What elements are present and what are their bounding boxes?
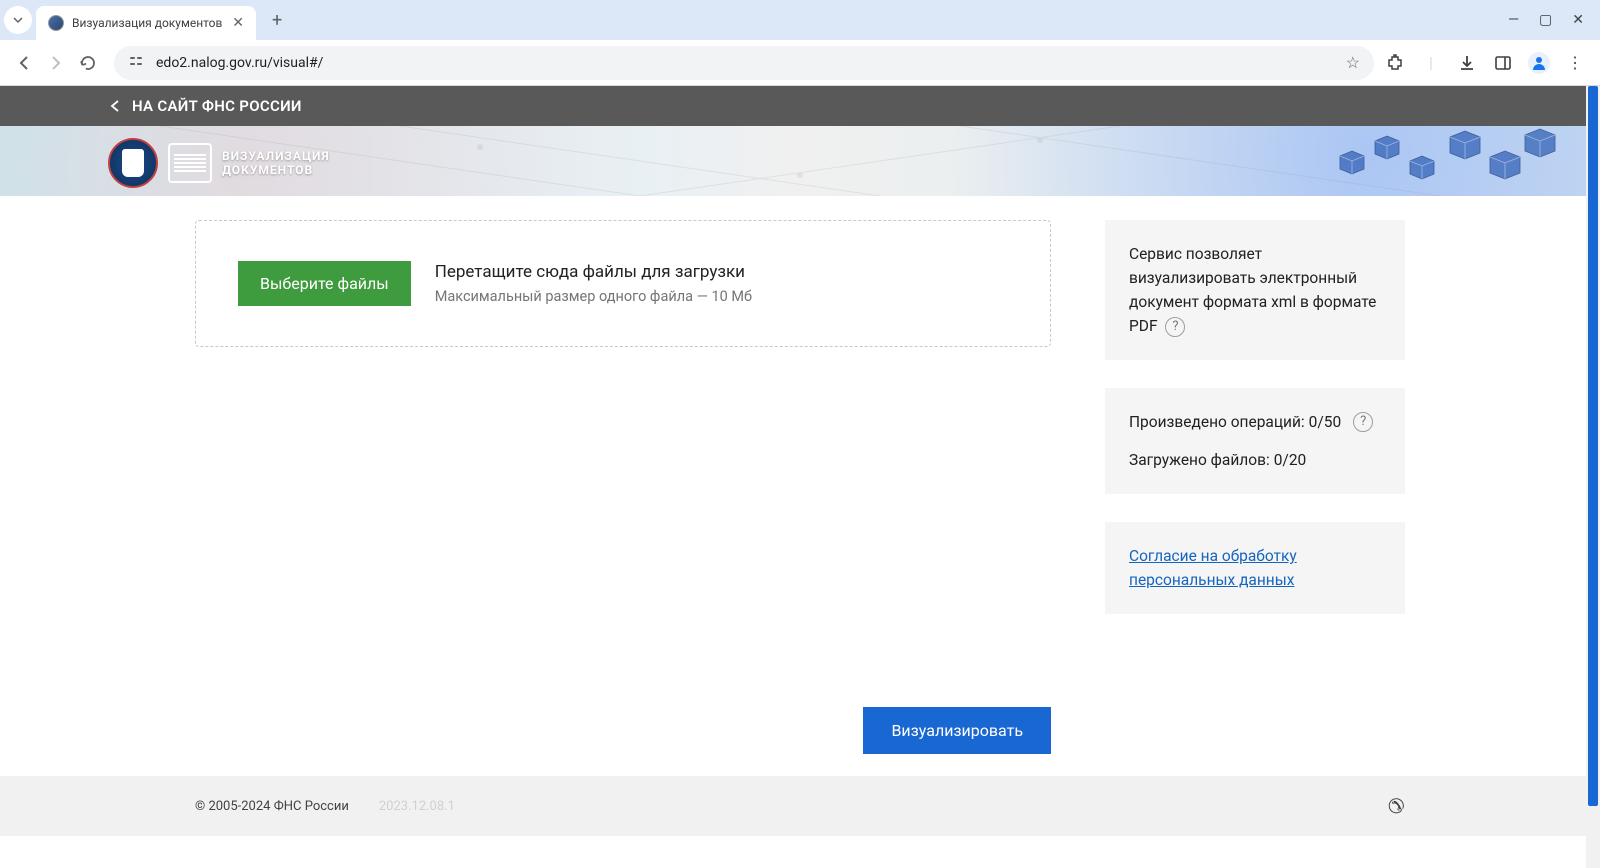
- action-row: Визуализировать: [195, 707, 1051, 754]
- separator: |: [1420, 52, 1442, 74]
- help-icon[interactable]: ?: [1165, 317, 1185, 337]
- footer: © 2005-2024 ФНС России 2023.12.08.1 ✆: [0, 776, 1600, 836]
- extensions-icon[interactable]: [1384, 52, 1406, 74]
- bookmark-icon[interactable]: ☆: [1346, 53, 1360, 72]
- arrow-right-icon: [47, 54, 65, 72]
- browser-tab[interactable]: Визуализация документов ✕: [36, 6, 256, 40]
- back-button[interactable]: [8, 47, 40, 79]
- logo-area: ВИЗУАЛИЗАЦИЯ ДОКУМЕНТОВ: [108, 138, 330, 188]
- url-text: edo2.nalog.gov.ru/visual#/: [156, 55, 1346, 71]
- maximize-icon[interactable]: ▢: [1539, 12, 1552, 28]
- phone-icon[interactable]: ✆: [1385, 792, 1407, 820]
- new-tab-button[interactable]: +: [272, 10, 282, 31]
- footer-version: 2023.12.08.1: [379, 799, 455, 814]
- arrow-left-icon: [108, 99, 122, 113]
- barcode-icon: [168, 143, 212, 183]
- upload-text: Перетащите сюда файлы для загрузки Макси…: [435, 262, 752, 305]
- browser-chrome: Визуализация документов ✕ + ― ▢ ✕ edo2.n…: [0, 0, 1600, 86]
- reload-icon: [79, 54, 97, 72]
- close-icon[interactable]: ✕: [1572, 12, 1584, 28]
- url-input[interactable]: edo2.nalog.gov.ru/visual#/ ☆: [114, 46, 1374, 80]
- profile-icon[interactable]: [1528, 52, 1550, 74]
- logo-text: ВИЗУАЛИЗАЦИЯ ДОКУМЕНТОВ: [222, 149, 330, 178]
- close-tab-icon[interactable]: ✕: [232, 15, 244, 31]
- window-controls: ― ▢ ✕: [1508, 12, 1596, 28]
- ops-label: Произведено операций:: [1129, 410, 1305, 434]
- consent-card: Согласие на обработку персональных данны…: [1105, 522, 1405, 614]
- back-to-site-link[interactable]: НА САЙТ ФНС РОССИИ: [108, 97, 302, 115]
- tab-bar: Визуализация документов ✕ + ― ▢ ✕: [0, 0, 1600, 40]
- tab-favicon: [48, 15, 64, 31]
- upload-dropzone[interactable]: Выберите файлы Перетащите сюда файлы для…: [195, 220, 1051, 347]
- content-wrap: Выберите файлы Перетащите сюда файлы для…: [175, 196, 1425, 754]
- files-label: Загружено файлов:: [1129, 448, 1270, 472]
- select-files-button[interactable]: Выберите файлы: [238, 261, 411, 306]
- toolbar-icons: | ⋮: [1384, 52, 1592, 74]
- tab-search-button[interactable]: [4, 6, 32, 34]
- site-info-icon[interactable]: [128, 53, 146, 72]
- main-column: Выберите файлы Перетащите сюда файлы для…: [195, 220, 1051, 754]
- arrow-left-icon: [15, 54, 33, 72]
- decorative-cubes: [1320, 126, 1570, 196]
- consent-link[interactable]: Согласие на обработку персональных данны…: [1129, 547, 1297, 589]
- page-content: НА САЙТ ФНС РОССИИ ВИЗУАЛИЗАЦИЯ ДОКУМЕНТ…: [0, 86, 1600, 868]
- menu-icon[interactable]: ⋮: [1564, 52, 1586, 74]
- upload-subtitle: Максимальный размер одного файла — 10 Мб: [435, 288, 752, 305]
- side-panel-icon[interactable]: [1492, 52, 1514, 74]
- back-to-site-label: НА САЙТ ФНС РОССИИ: [132, 97, 302, 115]
- address-bar: edo2.nalog.gov.ru/visual#/ ☆ | ⋮: [0, 40, 1600, 86]
- ops-value: 0/50: [1309, 410, 1342, 434]
- files-value: 0/20: [1274, 448, 1307, 472]
- footer-copyright: © 2005-2024 ФНС России: [195, 799, 349, 814]
- fns-emblem-icon: [108, 138, 158, 188]
- stats-card: Произведено операций: 0/50 ? Загружено ф…: [1105, 388, 1405, 494]
- visualize-button[interactable]: Визуализировать: [863, 707, 1051, 754]
- help-icon[interactable]: ?: [1353, 412, 1373, 432]
- reload-button[interactable]: [72, 47, 104, 79]
- forward-button[interactable]: [40, 47, 72, 79]
- downloads-icon[interactable]: [1456, 52, 1478, 74]
- tab-title: Визуализация документов: [72, 16, 224, 30]
- info-card: Сервис позволяет визуализировать электро…: [1105, 220, 1405, 360]
- minimize-icon[interactable]: ―: [1508, 12, 1519, 28]
- upload-title: Перетащите сюда файлы для загрузки: [435, 262, 752, 282]
- scrollbar-track[interactable]: [1586, 86, 1600, 868]
- top-nav: НА САЙТ ФНС РОССИИ: [0, 86, 1600, 126]
- scrollbar-thumb[interactable]: [1588, 86, 1598, 806]
- chevron-down-icon: [12, 14, 24, 26]
- header-banner: ВИЗУАЛИЗАЦИЯ ДОКУМЕНТОВ: [0, 126, 1600, 196]
- sidebar: Сервис позволяет визуализировать электро…: [1105, 220, 1405, 754]
